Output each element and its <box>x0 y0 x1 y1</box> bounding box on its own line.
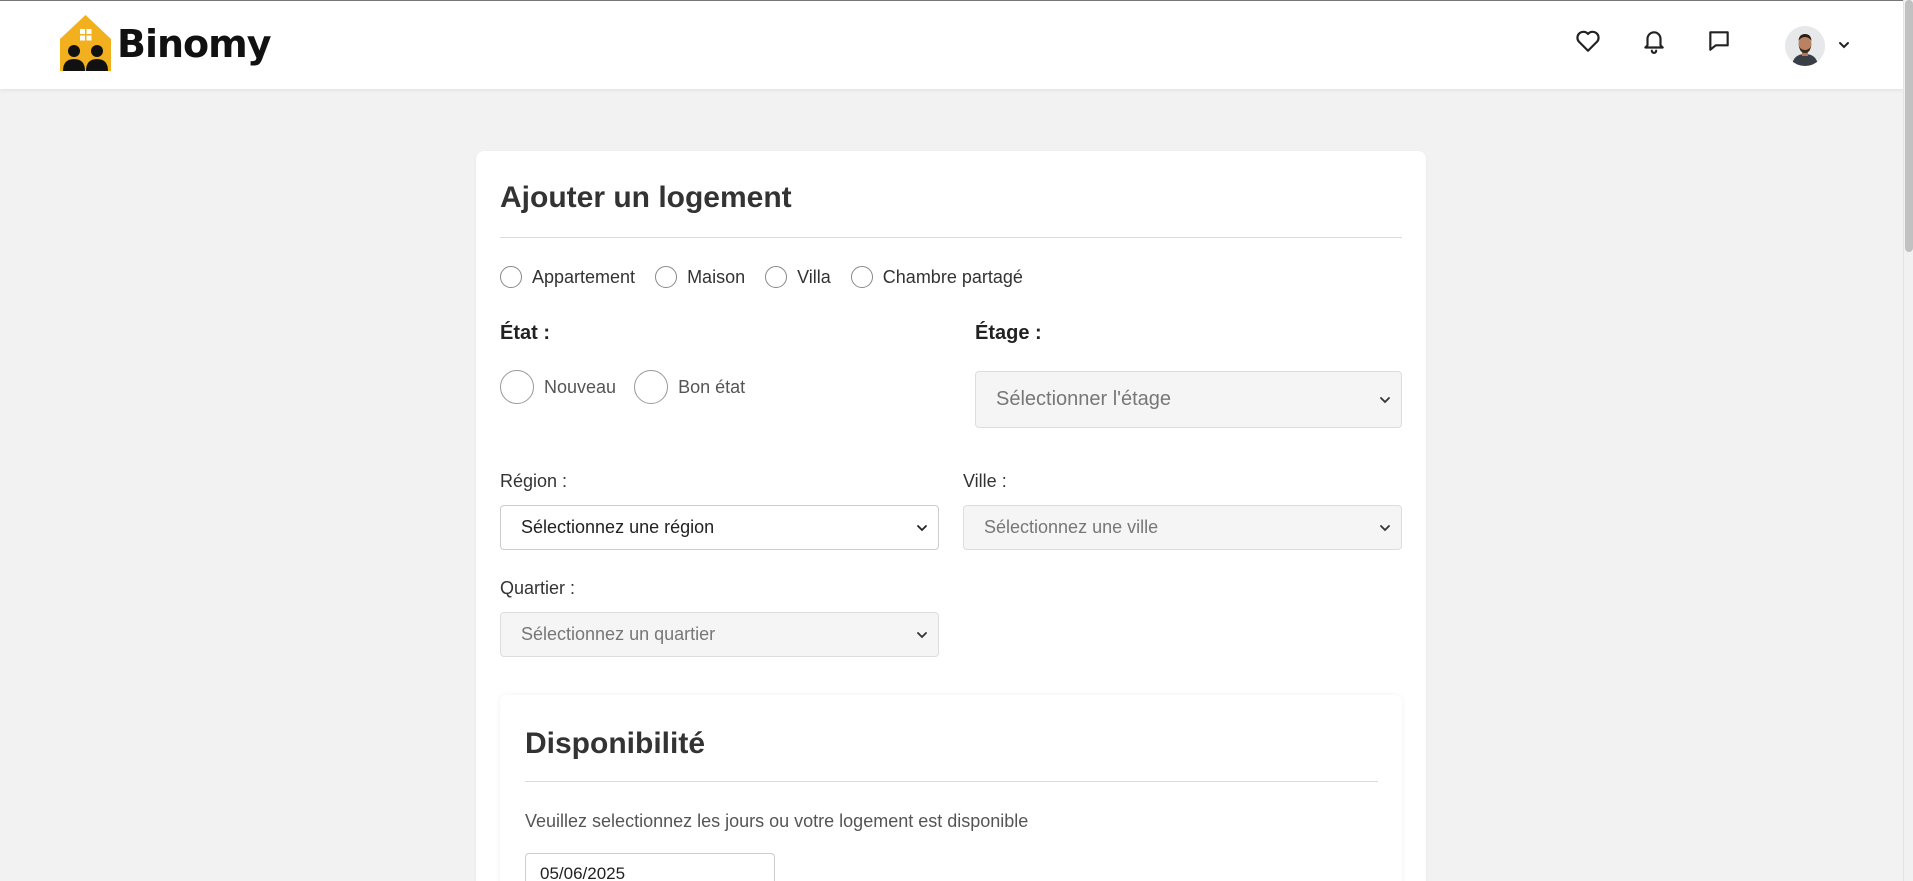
radio-circle[interactable] <box>765 266 788 288</box>
radio-label: Bon état <box>678 376 746 397</box>
add-listing-card: Ajouter un logement Appartement Maison V… <box>476 151 1426 881</box>
radio-label: Villa <box>797 266 831 287</box>
availability-divider <box>525 781 1378 782</box>
city-label: Ville : <box>963 471 1007 491</box>
radio-label: Chambre partagé <box>882 266 1023 287</box>
floor-select-placeholder: Sélectionner l'étage <box>996 388 1172 410</box>
chevron-down-icon <box>1380 524 1390 531</box>
region-select-value: Sélectionnez une région <box>521 517 715 537</box>
title-divider <box>500 237 1402 238</box>
chevron-down-icon <box>917 524 927 531</box>
floor-label: Étage : <box>975 322 1042 344</box>
heart-icon[interactable] <box>1574 27 1602 55</box>
city-select[interactable]: Sélectionnez une ville <box>963 505 1402 550</box>
type-radio-villa[interactable]: Villa <box>765 266 831 288</box>
availability-section: Disponibilité Veuillez selectionnez les … <box>500 695 1402 881</box>
condition-group: Nouveau Bon état <box>500 370 745 404</box>
radio-circle[interactable] <box>500 266 522 288</box>
availability-title: Disponibilité <box>525 727 705 760</box>
district-select[interactable]: Sélectionnez un quartier <box>500 612 939 657</box>
brand-name: Binomy <box>117 22 272 66</box>
radio-circle[interactable] <box>634 370 669 404</box>
district-label: Quartier : <box>500 578 576 598</box>
message-icon[interactable] <box>1705 27 1733 55</box>
city-select-value: Sélectionnez une ville <box>984 517 1159 537</box>
brand-logo[interactable]: Binomy <box>58 13 272 73</box>
type-radio-house[interactable]: Maison <box>655 266 745 288</box>
chevron-down-icon <box>1380 396 1390 403</box>
type-radio-apartment[interactable]: Appartement <box>500 266 635 288</box>
floor-select[interactable]: Sélectionner l'étage <box>975 371 1402 428</box>
condition-label: État : <box>500 322 550 344</box>
page-title: Ajouter un logement <box>500 181 792 214</box>
district-select-value: Sélectionnez un quartier <box>521 624 716 644</box>
house-logo-icon <box>58 13 113 73</box>
radio-label: Nouveau <box>544 376 617 397</box>
availability-instructions: Veuillez selectionnez les jours ou votre… <box>525 811 1029 831</box>
region-select[interactable]: Sélectionnez une région <box>500 505 939 550</box>
scrollbar-thumb[interactable] <box>1905 0 1913 252</box>
property-type-group: Appartement Maison Villa Chambre partagé <box>500 266 1023 288</box>
chevron-down-icon <box>917 631 927 638</box>
radio-circle[interactable] <box>850 266 873 288</box>
availability-date-input[interactable]: 05/06/2025 <box>525 853 775 881</box>
chevron-down-icon[interactable] <box>1836 37 1852 53</box>
page-scrollbar[interactable] <box>1903 0 1913 881</box>
bell-icon[interactable] <box>1640 27 1668 55</box>
condition-radio-new[interactable]: Nouveau <box>500 370 616 404</box>
condition-radio-good[interactable]: Bon état <box>634 370 745 404</box>
radio-label: Maison <box>687 266 746 287</box>
radio-circle[interactable] <box>500 370 534 404</box>
top-navbar: Binomy <box>0 0 1903 89</box>
radio-circle[interactable] <box>655 266 678 288</box>
radio-label: Appartement <box>532 266 636 287</box>
user-avatar[interactable] <box>1785 26 1825 66</box>
type-radio-shared-room[interactable]: Chambre partagé <box>850 266 1023 288</box>
region-label: Région : <box>500 471 568 491</box>
